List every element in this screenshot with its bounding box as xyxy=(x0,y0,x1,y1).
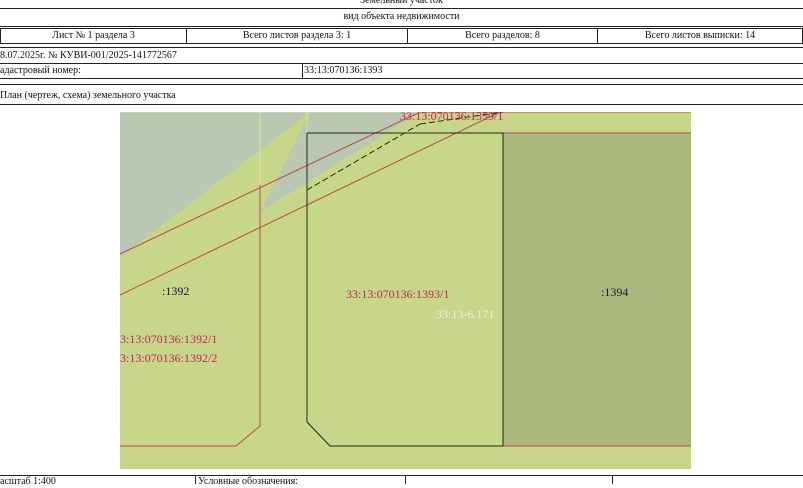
object-kind-label: вид объекта недвижимости xyxy=(343,11,460,22)
label-east-parcel: :1394 xyxy=(601,285,628,299)
label-west-parcel: :1392 xyxy=(162,284,189,298)
sheet-info-row: Лист № 1 раздела 3 Всего листов раздела … xyxy=(0,28,803,44)
sheet-no-cell: Лист № 1 раздела 3 xyxy=(0,28,187,44)
line-before-date xyxy=(0,47,803,48)
sheets-in-section-cell: Всего листов раздела 3: 1 xyxy=(186,28,408,44)
sheet-no: Лист № 1 раздела 3 xyxy=(52,30,135,41)
object-type: Земельный участок xyxy=(360,0,443,6)
cadastral-value: 33:13:070136:1393 xyxy=(304,65,383,76)
header-top-line xyxy=(0,8,803,9)
footer-divider-1 xyxy=(195,475,196,484)
label-west-sub-1: 33:13:070136:1392/1 xyxy=(120,332,217,346)
sections-total-cell: Всего разделов: 8 xyxy=(407,28,598,44)
sections-total: Всего разделов: 8 xyxy=(465,30,540,41)
sheets-total-cell: Всего листов выписки: 14 xyxy=(597,28,803,44)
line-after-plan-title xyxy=(0,104,803,105)
footer-line xyxy=(0,475,803,476)
plan-svg: 33:13:070136:1359/1 :1392 33:13:070136:1… xyxy=(120,112,691,469)
scale-label: асштаб 1:400 xyxy=(0,476,56,487)
cadastral-label: адастровый номер: xyxy=(0,65,81,76)
sheets-total: Всего листов выписки: 14 xyxy=(644,30,756,41)
line-after-date xyxy=(0,63,803,64)
cadastral-divider xyxy=(302,63,303,78)
line-before-plan-title xyxy=(0,84,803,85)
legend-label: Условные обозначения: xyxy=(198,476,299,487)
label-center-quarter: 33:13-6.171 xyxy=(436,307,494,321)
plan-title: План (чертеж, схема) земельного участка xyxy=(0,90,176,101)
sheets-in-section: Всего листов раздела 3: 1 xyxy=(242,30,352,41)
east-parcel-area xyxy=(503,133,691,446)
footer-divider-2 xyxy=(405,475,406,484)
land-plot-plan: 33:13:070136:1359/1 :1392 33:13:070136:1… xyxy=(120,112,691,469)
label-top-parcel: 33:13:070136:1359/1 xyxy=(400,112,503,123)
line-after-cadastral xyxy=(0,78,803,79)
header-line-2 xyxy=(0,26,803,27)
footer-divider-3 xyxy=(612,475,613,484)
date-and-number: 8.07.2025г. № КУВИ-001/2025-141772567 xyxy=(0,50,177,61)
label-west-sub-2: 33:13:070136:1392/2 xyxy=(120,351,217,365)
label-center-parcel: 33:13:070136:1393/1 xyxy=(346,287,449,301)
